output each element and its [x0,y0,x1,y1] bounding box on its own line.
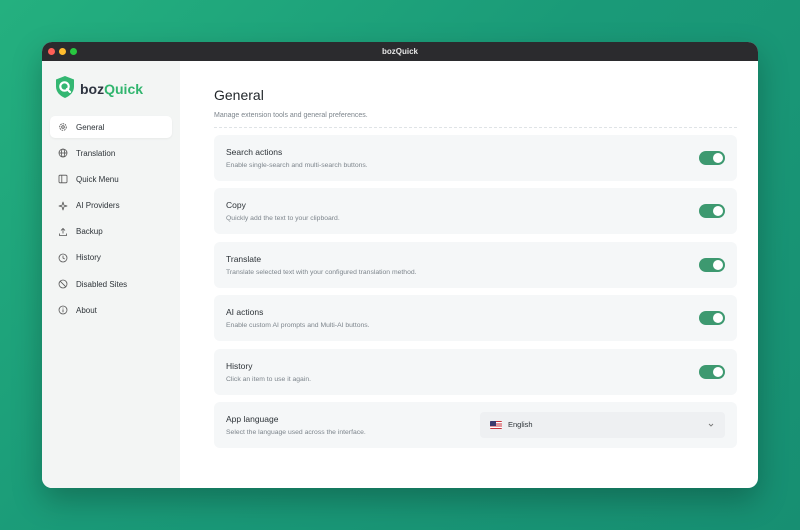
setting-card-app-language: App language Select the language used ac… [214,401,737,448]
setting-text: History Click an item to use it again. [226,361,311,383]
gear-icon [58,122,68,132]
setting-description: Select the language used across the inte… [226,428,366,436]
brand-logo: bozQuick [50,75,172,104]
minimize-window-button[interactable] [59,48,66,55]
sidebar-item-label: General [76,122,105,132]
setting-card-translate: Translate Translate selected text with y… [214,241,737,288]
setting-description: Translate selected text with your config… [226,268,417,276]
sidebar-item-general[interactable]: General [50,116,172,138]
sparkle-icon [58,201,68,211]
page-subtitle: Manage extension tools and general prefe… [214,112,737,128]
setting-card-history: History Click an item to use it again. [214,348,737,395]
shield-logo-icon [54,75,76,104]
copy-toggle[interactable] [699,204,725,219]
zoom-window-button[interactable] [70,48,77,55]
app-window: bozQuick bozQuick General Translation Qu… [42,42,758,488]
setting-text: App language Select the language used ac… [226,414,366,436]
panel-icon [58,174,68,184]
clock-icon [58,253,68,263]
main-content: General Manage extension tools and gener… [180,61,758,488]
setting-card-search-actions: Search actions Enable single-search and … [214,135,737,181]
window-controls [48,48,77,55]
sidebar-item-about[interactable]: About [50,299,172,321]
setting-title: Search actions [226,147,283,157]
setting-description: Enable custom AI prompts and Multi-AI bu… [226,322,370,330]
setting-card-copy: Copy Quickly add the text to your clipbo… [214,188,737,235]
language-select-value: English [508,420,533,430]
setting-text: Translate Translate selected text with y… [226,254,417,276]
chevron-down-icon [707,416,715,434]
sidebar-item-backup[interactable]: Backup [50,221,172,243]
setting-title: Translate [226,253,262,264]
setting-description: Click an item to use it again. [226,375,312,383]
sidebar-item-quick-menu[interactable]: Quick Menu [50,168,172,190]
upload-icon [58,227,68,237]
sidebar-item-label: Disabled Sites [76,279,128,289]
setting-text: Copy Quickly add the text to your clipbo… [226,200,340,222]
language-select[interactable]: English [480,411,725,438]
sidebar-item-label: History [76,253,101,263]
us-flag-icon [490,420,502,429]
sidebar-item-history[interactable]: History [50,247,172,269]
page-title: General [214,87,264,103]
setting-title: Copy [226,200,246,211]
setting-title: History [226,360,253,371]
history-toggle[interactable] [699,364,725,379]
sidebar: bozQuick General Translation Quick Menu [42,61,180,488]
ai-actions-toggle[interactable] [699,311,725,326]
sidebar-item-label: About [76,305,97,315]
window-title: bozQuick [381,47,418,56]
app-body: bozQuick General Translation Quick Menu [42,61,758,488]
setting-text: Search actions Enable single-search and … [226,147,368,169]
translate-toggle[interactable] [699,257,725,272]
setting-text: AI actions Enable custom AI prompts and … [226,307,370,329]
setting-title: AI actions [226,307,264,318]
close-window-button[interactable] [48,48,55,55]
ban-icon [58,279,68,289]
setting-description: Quickly add the text to your clipboard. [226,215,340,223]
setting-card-ai-actions: AI actions Enable custom AI prompts and … [214,295,737,342]
sidebar-item-label: Translation [76,148,116,158]
globe-icon [58,148,68,158]
sidebar-item-disabled-sites[interactable]: Disabled Sites [50,273,172,295]
title-bar: bozQuick [42,42,758,61]
sidebar-item-label: Backup [76,227,103,237]
sidebar-item-label: AI Providers [76,201,120,211]
sidebar-item-label: Quick Menu [76,174,119,184]
info-icon [58,305,68,315]
setting-description: Enable single-search and multi-search bu… [226,162,368,169]
search-actions-toggle[interactable] [699,151,725,165]
sidebar-item-ai-providers[interactable]: AI Providers [50,195,172,217]
setting-title: App language [226,413,279,424]
brand-name: bozQuick [80,81,144,97]
sidebar-item-translation[interactable]: Translation [50,142,172,164]
